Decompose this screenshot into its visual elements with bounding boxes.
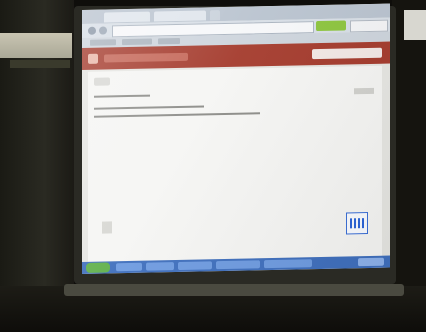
- screen-glare: [82, 3, 390, 275]
- room-wall-right: [392, 0, 426, 332]
- monitor-stand: [64, 284, 404, 296]
- shelf-left: [10, 60, 70, 68]
- wall-light-right: [404, 10, 426, 40]
- wall-light-left: [0, 33, 72, 58]
- monitor-screen: [82, 3, 390, 275]
